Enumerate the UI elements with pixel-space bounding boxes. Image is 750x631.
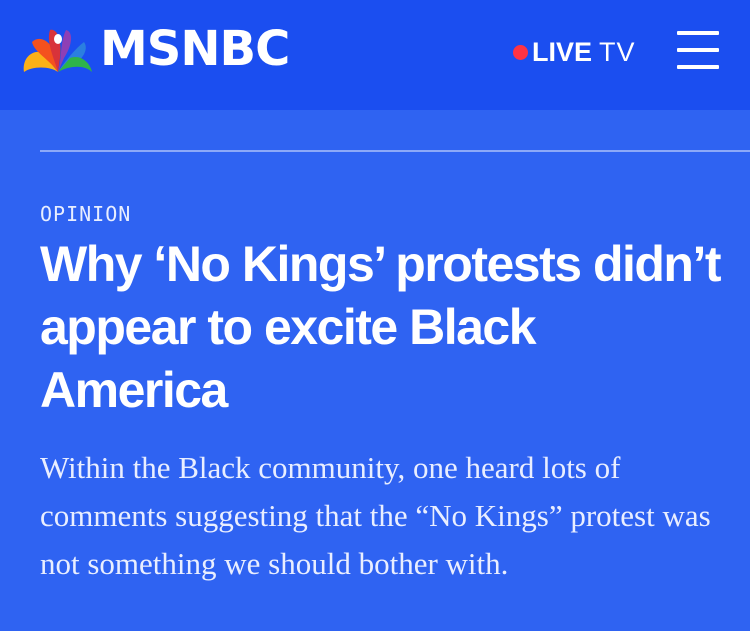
top-navigation-bar: MSNBC LIVE TV [0, 0, 750, 110]
menu-line [677, 65, 719, 69]
article-headline: Why ‘No Kings’ protests didn’t appear to… [40, 236, 722, 418]
brand-wordmark: MSNBC [100, 21, 290, 77]
msnbc-logo-link[interactable]: MSNBC [20, 21, 290, 77]
opinion-section-link[interactable]: OPINION [40, 202, 131, 226]
article-dek: Within the Black community, one heard lo… [40, 450, 711, 581]
menu-line [677, 31, 719, 35]
peacock-logo-icon [23, 29, 92, 72]
live-tv-link[interactable]: LIVE TV [513, 35, 636, 69]
section-divider [40, 150, 750, 152]
hamburger-menu-icon[interactable] [677, 31, 719, 69]
tv-label: TV [599, 36, 636, 67]
menu-line [677, 48, 719, 52]
live-indicator-dot-icon [513, 44, 528, 60]
live-label: LIVE [532, 36, 593, 67]
